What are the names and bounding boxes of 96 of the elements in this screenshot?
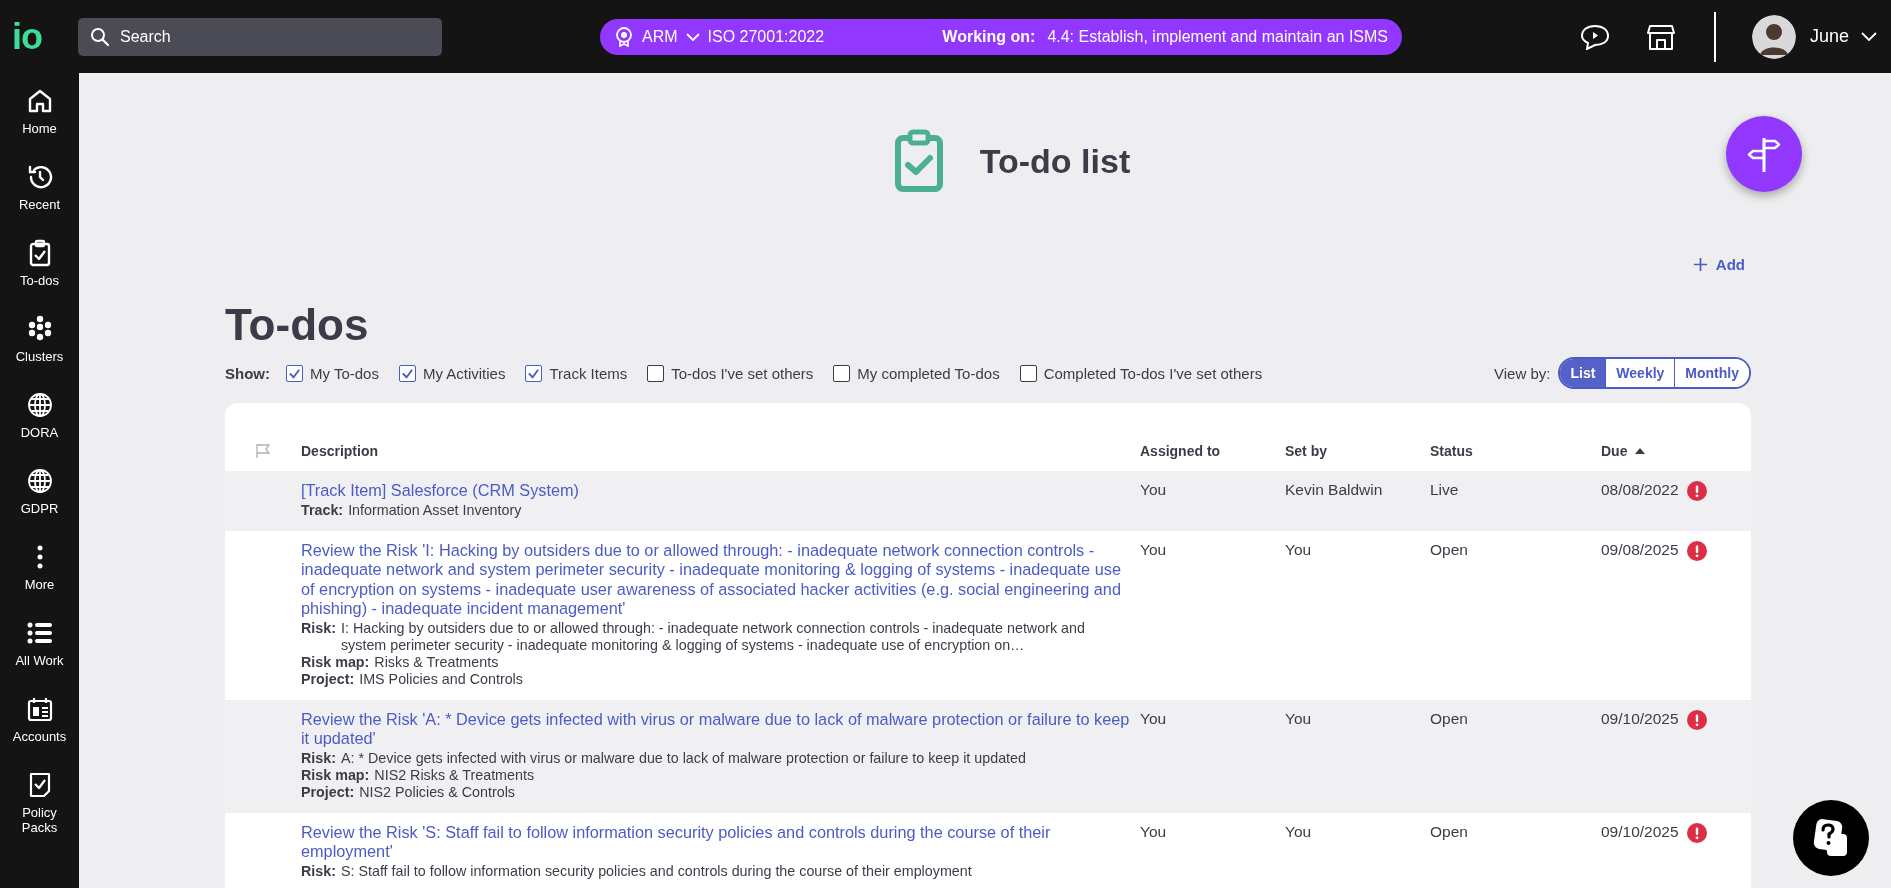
standard-name: ISO 27001:2022 — [707, 27, 825, 46]
sort-icon[interactable] — [1635, 448, 1646, 454]
table-cell: You — [1140, 540, 1167, 558]
check-icon — [527, 366, 541, 380]
table-cell: 09/08/2025 — [1601, 540, 1679, 559]
checkbox-label[interactable]: My To-dos — [310, 364, 379, 382]
table-cell: You — [1140, 481, 1167, 498]
view-label: View by: — [1494, 364, 1551, 382]
filter-label: Show: — [225, 364, 270, 382]
checkbox[interactable] — [833, 364, 851, 382]
checkbox[interactable] — [286, 364, 303, 382]
detail-label: Risk: — [301, 862, 336, 880]
chevron-icon — [685, 31, 700, 42]
add-button[interactable]: Add — [1692, 249, 1745, 279]
checkbox-label[interactable]: My Activities — [422, 364, 506, 382]
detail-label: Project: — [301, 783, 355, 801]
guide-button[interactable] — [1726, 116, 1802, 192]
table-cell: You — [1285, 822, 1312, 840]
table-cell: 09/10/2025 — [1601, 709, 1679, 728]
page-title: To-do list — [979, 141, 1131, 181]
calendar-icon — [25, 695, 54, 723]
detail-label: Risk: — [301, 749, 336, 767]
table-cell: Open — [1430, 709, 1468, 727]
checkbox[interactable] — [647, 364, 665, 382]
checkbox-label[interactable]: Track Items — [549, 364, 628, 382]
checkbox-label[interactable]: My completed To-dos — [857, 364, 1000, 382]
nav-item[interactable]: Recent — [0, 163, 79, 239]
column-header[interactable]: Description — [301, 443, 378, 459]
todo-link[interactable]: Review the Risk 'A: * Device gets infected with virus or malware due to lack of malware protection or failure to keep it updated' — [301, 709, 1132, 749]
detail-label: Track: — [301, 501, 344, 519]
detail-value: IMS Policies and Controls — [359, 670, 523, 688]
badge-icon — [614, 26, 634, 47]
plus-icon — [1692, 256, 1708, 272]
detail-label: Project: — [301, 670, 355, 688]
detail-value: NIS2 Policies & Controls — [359, 783, 515, 801]
todo-link[interactable]: Review the Risk 'I: Hacking by outsiders due to or allowed through: - inadequate network connection controls - inadequate network and system perimeter security - inadequate monitoring & logging of systems - inadequate use of encryption on systems - inadequate user awareness of associated hacker activities (e.g. social engineering and phishing) - inadequate incident management' — [301, 540, 1132, 619]
table-cell: Kevin Baldwin — [1285, 481, 1383, 498]
checkbox[interactable] — [1019, 364, 1037, 382]
detail-value: A: * Device gets infected with virus or malware due to lack of malware protection or failure to keep it updated — [340, 749, 1026, 767]
logo[interactable]: io — [12, 15, 78, 58]
table-cell: 09/10/2025 — [1601, 822, 1679, 841]
todo-link[interactable]: [Track Item] Salesforce (CRM System) — [301, 481, 1132, 501]
checkbox[interactable] — [525, 364, 543, 382]
column-header[interactable]: Status — [1430, 443, 1473, 459]
view-tab[interactable]: Monthly — [1674, 359, 1749, 387]
table-cell: Live — [1430, 481, 1459, 498]
detail-value: S: Staff fail to follow information security policies and controls during the course of their employment — [340, 862, 972, 880]
organisation-name: ARM — [642, 27, 678, 46]
detail-label: Risk: — [301, 619, 336, 638]
column-header[interactable]: Assigned to — [1140, 443, 1221, 459]
search-field[interactable]: Search — [78, 17, 442, 56]
detail-value: Risks & Treatments — [374, 653, 499, 671]
detail-value: Information Asset Inventory — [348, 501, 522, 519]
context-bar[interactable]: ARM ISO 27001:2022 Working on: 4.4: Establish, implement and maintain an ISMS — [600, 18, 1402, 55]
chevron-icon[interactable] — [1861, 31, 1877, 42]
clipboard-icon — [893, 129, 944, 193]
section-heading: To-dos — [225, 300, 370, 350]
table-cell: Open — [1430, 822, 1468, 840]
working-label: Working on: — [942, 27, 1036, 46]
nav-item[interactable]: Clusters — [0, 315, 79, 391]
checkbox-label[interactable]: To-dos I've set others — [671, 364, 814, 382]
nav-item[interactable]: DORA — [0, 391, 79, 467]
table-cell: 08/08/2022 — [1601, 481, 1679, 499]
column-header[interactable]: Set by — [1285, 443, 1327, 459]
globe-icon — [25, 467, 54, 495]
table-cell: Open — [1430, 540, 1468, 558]
nav-item[interactable]: To-dos — [0, 239, 79, 315]
view-tab[interactable]: List — [1560, 359, 1606, 387]
search-icon — [90, 26, 110, 47]
table-cell: You — [1140, 709, 1167, 727]
nav-item[interactable]: All Work — [0, 619, 79, 695]
table-cell: You — [1285, 709, 1312, 727]
nav-item[interactable]: More — [0, 543, 79, 619]
chat-play-icon[interactable] — [1579, 23, 1610, 50]
detail-value: NIS2 Risks & Treatments — [374, 766, 535, 784]
table-cell: You — [1285, 540, 1312, 558]
checkbox-label[interactable]: Completed To-dos I've set others — [1043, 364, 1263, 382]
nav-item[interactable]: GDPR — [0, 467, 79, 543]
detail-value: I: Hacking by outsiders due to or allowed through: - inadequate network connection controls - inadequate network and system perimeter security - inadequate monitoring & logging of systems - inadequate use of encryption on… — [340, 619, 1086, 654]
detail-label: Risk map: — [301, 653, 370, 671]
user-name[interactable]: June — [1809, 26, 1849, 47]
working-value: 4.4: Establish, implement and maintain an ISMS — [1047, 27, 1388, 46]
nav-item[interactable]: Policy Packs — [0, 771, 79, 847]
checkbox[interactable] — [398, 364, 416, 382]
detail-label: Risk map: — [301, 766, 370, 784]
globe-icon — [25, 391, 54, 419]
table-cell: You — [1140, 822, 1167, 840]
view-tab[interactable]: Weekly — [1605, 359, 1675, 387]
check-icon — [288, 366, 301, 380]
avatar[interactable] — [1751, 14, 1796, 59]
nav-item[interactable]: Accounts — [0, 695, 79, 771]
column-header[interactable]: Due — [1601, 443, 1628, 459]
check-icon — [400, 366, 414, 380]
nav-item[interactable]: Home — [0, 87, 79, 163]
dots-icon — [36, 543, 43, 571]
todo-link[interactable]: Review the Risk 'S: Staff fail to follow information security policies and controls during the course of their employment' — [301, 822, 1132, 862]
